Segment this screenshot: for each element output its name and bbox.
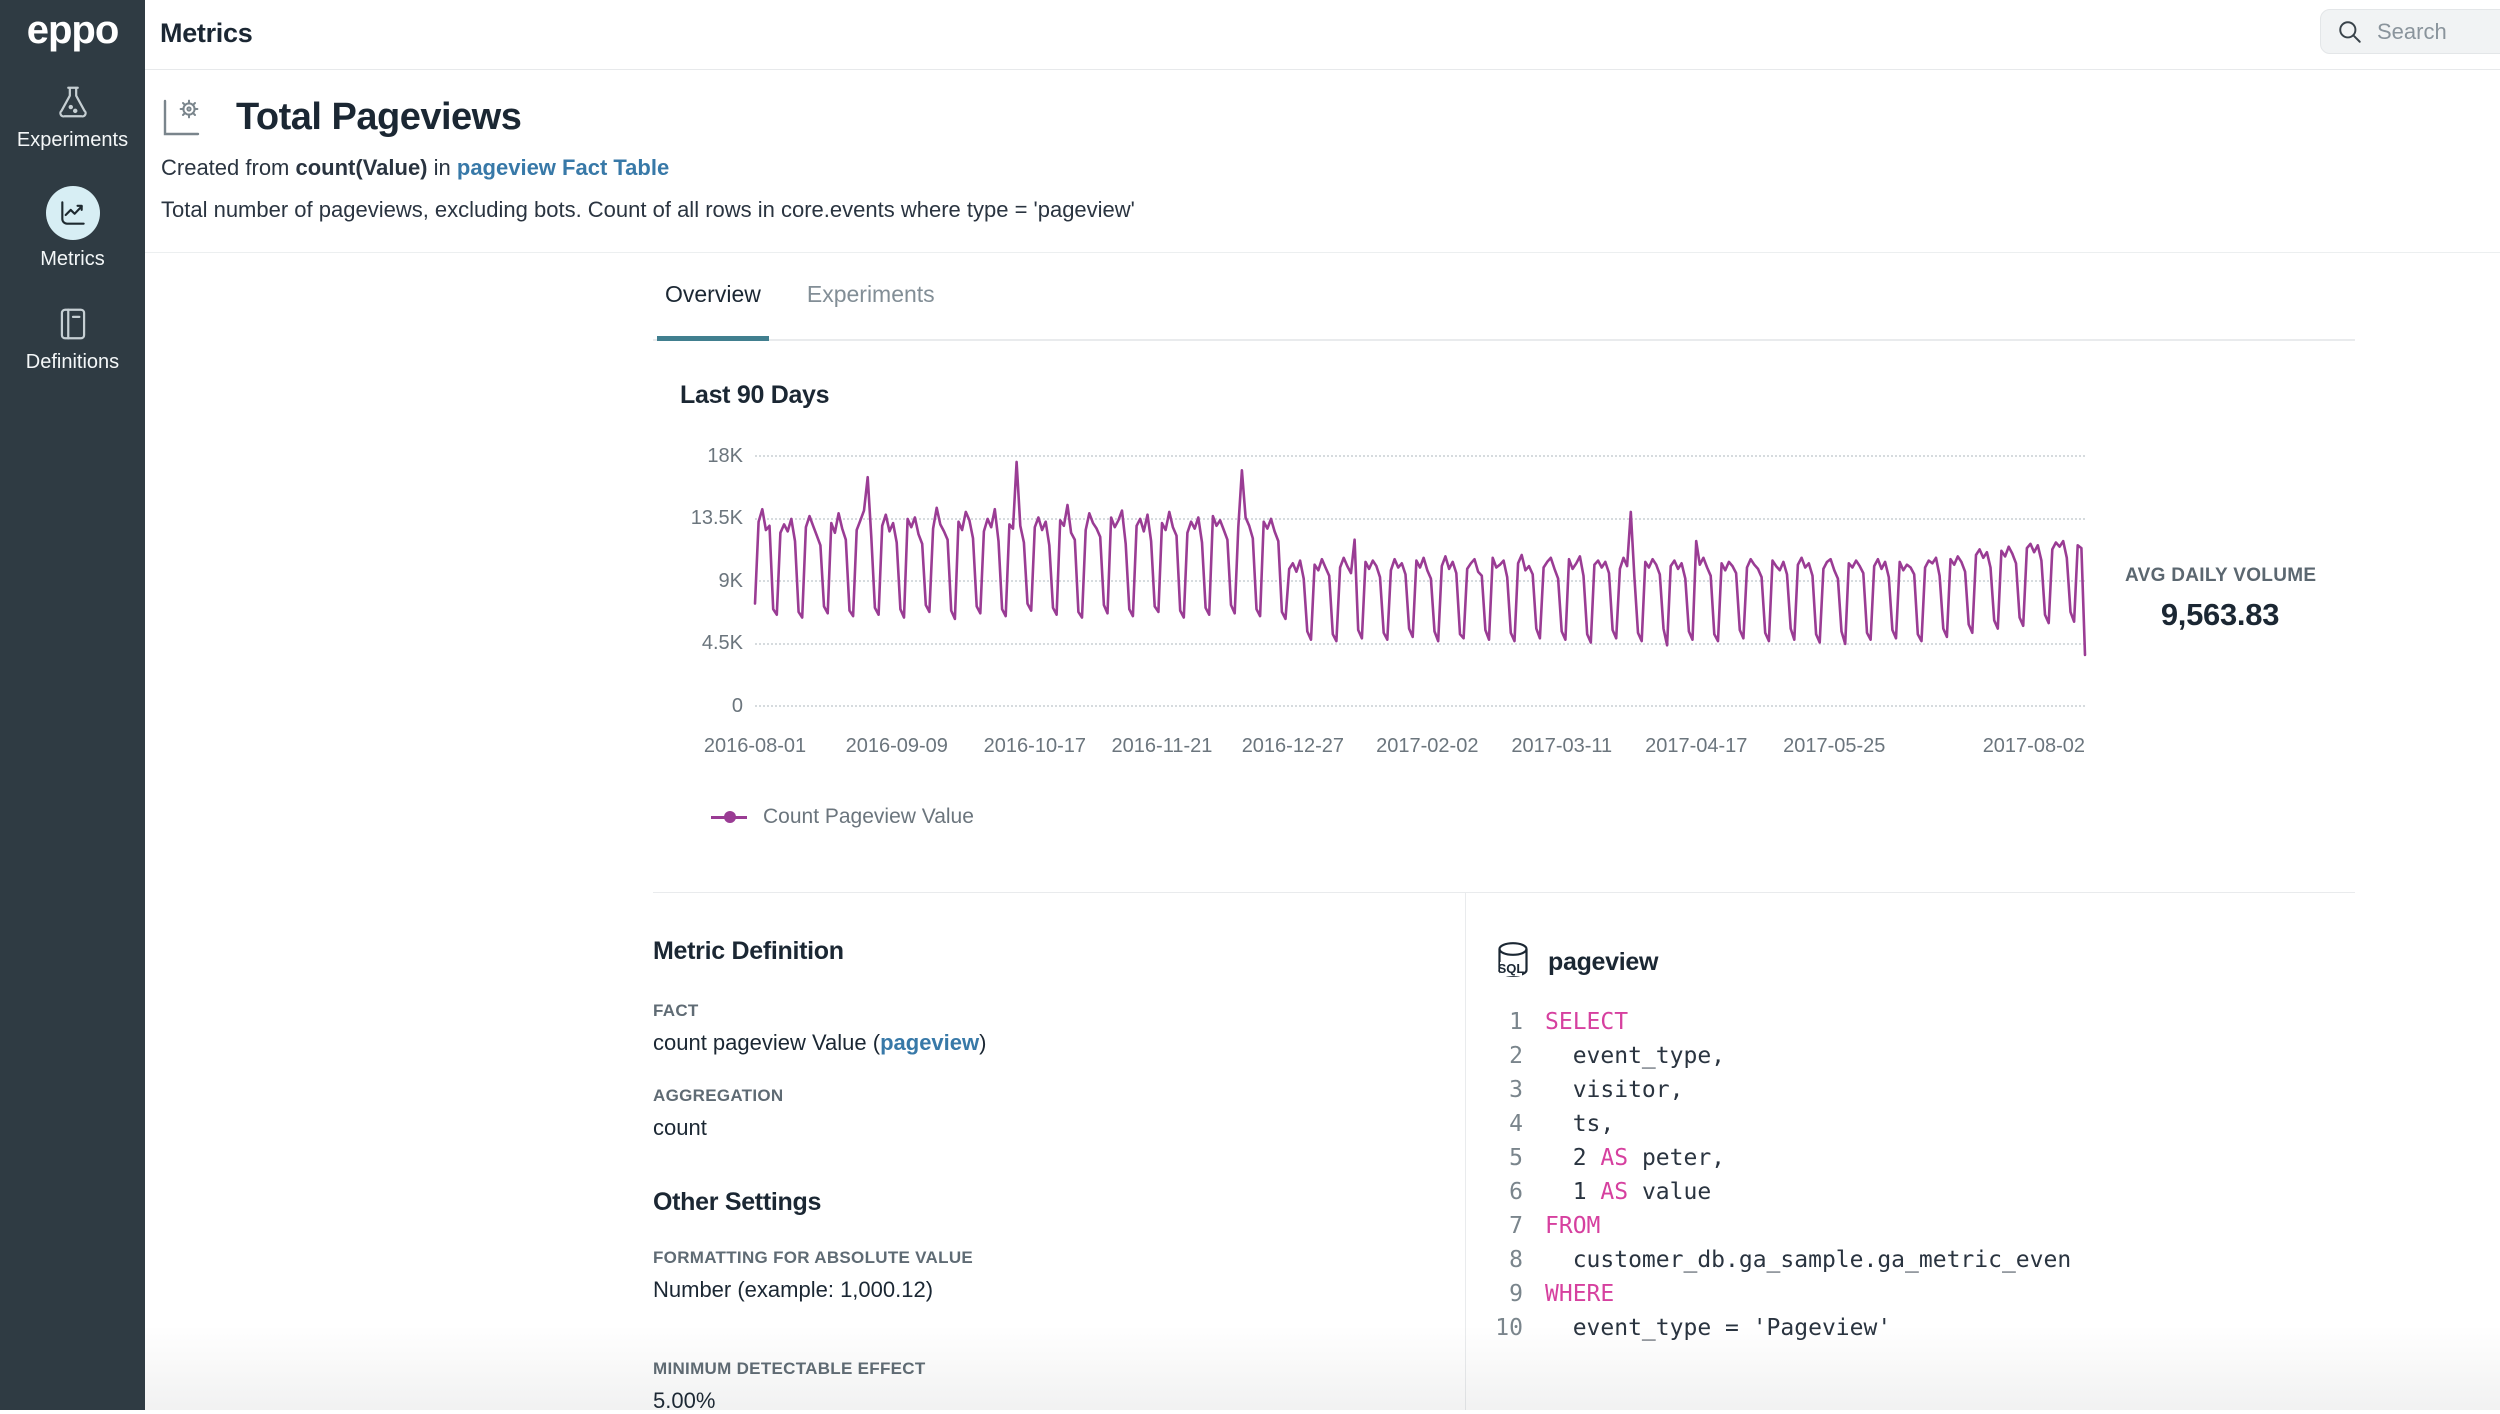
x-axis-tick-label: 2017-08-02 xyxy=(1983,735,2085,758)
search-icon xyxy=(2337,19,2363,45)
x-axis-tick-label: 2017-04-17 xyxy=(1645,735,1747,758)
pageviews-chart-svg xyxy=(755,455,2085,705)
pageviews-line xyxy=(755,462,2085,655)
main-area: Metrics Search Total Pageviews xyxy=(145,0,2500,1410)
metric-title: Total Pageviews xyxy=(236,96,521,139)
y-axis-tick-label: 18K xyxy=(653,445,743,468)
y-axis-tick-label: 0 xyxy=(653,695,743,718)
sql-code-line: 10 event_type = 'Pageview' xyxy=(1490,1311,2350,1345)
search-input[interactable]: Search xyxy=(2320,9,2500,54)
x-axis-tick-label: 2017-03-11 xyxy=(1511,735,1612,758)
x-axis-tick-label: 2016-09-09 xyxy=(846,735,948,758)
fact-value: count pageview Value (pageview) xyxy=(653,1030,1453,1056)
avg-daily-volume-value: 9,563.83 xyxy=(2125,597,2315,633)
sql-code-line: 5 2 AS peter, xyxy=(1490,1141,2350,1175)
line-chart-icon xyxy=(57,197,89,229)
database-sql-icon: SQL xyxy=(1490,939,1536,985)
sidebar: eppo Experiments xyxy=(0,0,145,1410)
formatting-value: Number (example: 1,000.12) xyxy=(653,1277,1453,1303)
sql-code-lines: 1SELECT2 event_type,3 visitor,4 ts,5 2 A… xyxy=(1490,1005,2350,1345)
sidebar-item-definitions[interactable]: Definitions xyxy=(0,305,145,374)
page-title: Metrics xyxy=(160,18,252,49)
mde-label: MINIMUM DETECTABLE EFFECT xyxy=(653,1359,1453,1379)
column-divider xyxy=(1465,893,1466,1410)
sql-code-line: 4 ts, xyxy=(1490,1107,2350,1141)
x-axis-labels: 2016-08-012016-09-092016-10-172016-11-21… xyxy=(755,735,2085,765)
avg-daily-volume-block: AVG DAILY VOLUME 9,563.83 xyxy=(2125,565,2315,633)
metric-axis-gear-icon xyxy=(162,98,206,138)
eppo-logo: eppo xyxy=(27,8,119,53)
sidebar-item-label: Definitions xyxy=(26,351,119,374)
tab-bar: Overview Experiments xyxy=(653,253,2355,341)
metric-definition-column: Metric Definition FACT count pageview Va… xyxy=(653,893,1453,1414)
legend-line-marker xyxy=(711,816,747,819)
y-axis-tick-label: 4.5K xyxy=(653,632,743,655)
formatting-label: FORMATTING FOR ABSOLUTE VALUE xyxy=(653,1248,1453,1268)
metric-header: Total Pageviews Created from count(Value… xyxy=(145,70,2500,253)
sql-code-line: 1SELECT xyxy=(1490,1005,2350,1039)
topbar: Metrics Search xyxy=(145,0,2500,70)
legend-series-label: Count Pageview Value xyxy=(763,805,974,829)
sidebar-item-metrics[interactable]: Metrics xyxy=(0,186,145,271)
x-axis-tick-label: 2016-11-21 xyxy=(1112,735,1213,758)
x-axis-tick-label: 2017-05-25 xyxy=(1783,735,1885,758)
sql-code-line: 3 visitor, xyxy=(1490,1073,2350,1107)
chart-legend: Count Pageview Value xyxy=(711,805,974,829)
y-axis-tick-label: 9K xyxy=(653,570,743,593)
metric-definition-heading: Metric Definition xyxy=(653,937,1453,966)
avg-daily-volume-label: AVG DAILY VOLUME xyxy=(2125,565,2315,587)
mde-value: 5.00% xyxy=(653,1388,1453,1414)
book-icon xyxy=(54,305,92,343)
sql-code-line: 7FROM xyxy=(1490,1209,2350,1243)
y-axis-tick-label: 13.5K xyxy=(653,507,743,530)
sql-panel: SQL pageview 1SELECT2 event_type,3 visit… xyxy=(1490,893,2350,1345)
sidebar-item-experiments[interactable]: Experiments xyxy=(0,83,145,152)
aggregation-value: count xyxy=(653,1115,1453,1141)
sidebar-item-label: Metrics xyxy=(40,248,104,271)
fact-label: FACT xyxy=(653,1001,1453,1021)
created-from-fact: count(Value) xyxy=(296,155,428,180)
x-axis-tick-label: 2016-12-27 xyxy=(1242,735,1344,758)
search-placeholder: Search xyxy=(2377,19,2447,45)
created-from-line: Created from count(Value) in pageview Fa… xyxy=(161,155,669,181)
chart-plot-area xyxy=(755,455,2085,705)
x-axis-tick-label: 2017-02-02 xyxy=(1376,735,1478,758)
sql-definition-name: pageview xyxy=(1548,948,1658,977)
sql-code-line: 6 1 AS value xyxy=(1490,1175,2350,1209)
svg-text:SQL: SQL xyxy=(1498,961,1525,976)
overview-section: Overview Experiments Last 90 Days 18K 13… xyxy=(653,253,2355,893)
aggregation-label: AGGREGATION xyxy=(653,1086,1453,1106)
tab-overview[interactable]: Overview xyxy=(657,253,769,341)
sidebar-item-label: Experiments xyxy=(17,129,128,152)
fact-table-link[interactable]: pageview Fact Table xyxy=(457,155,669,180)
metric-description: Total number of pageviews, excluding bot… xyxy=(161,197,1135,223)
x-axis-tick-label: 2016-08-01 xyxy=(704,735,806,758)
flask-icon xyxy=(54,83,92,121)
x-axis-tick-label: 2016-10-17 xyxy=(984,735,1086,758)
other-settings-heading: Other Settings xyxy=(653,1188,1453,1217)
active-nav-highlight xyxy=(46,186,100,240)
gridline xyxy=(755,705,2085,707)
chart-title: Last 90 Days xyxy=(680,381,829,410)
pageview-fact-link[interactable]: pageview xyxy=(880,1030,979,1055)
tab-experiments[interactable]: Experiments xyxy=(799,253,943,341)
sql-code-line: 9WHERE xyxy=(1490,1277,2350,1311)
sql-code-line: 8 customer_db.ga_sample.ga_metric_even xyxy=(1490,1243,2350,1277)
sql-code-line: 2 event_type, xyxy=(1490,1039,2350,1073)
